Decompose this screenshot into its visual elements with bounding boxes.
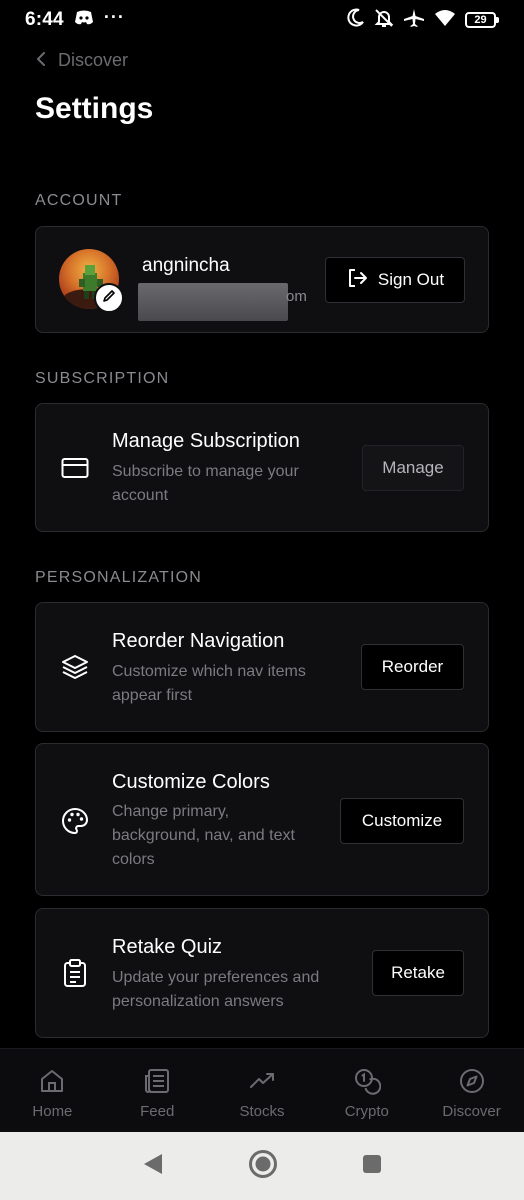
retake-quiz-card: Retake Quiz Update your preferences and … bbox=[35, 908, 489, 1038]
wifi-icon bbox=[434, 9, 456, 32]
nav-label-crypto: Crypto bbox=[344, 1103, 389, 1120]
section-label-subscription: SUBSCRIPTION bbox=[35, 370, 170, 387]
status-bar: 6:44 ··· 29 bbox=[0, 0, 524, 40]
do-not-disturb-moon-icon bbox=[345, 8, 365, 33]
sign-out-button[interactable]: Sign Out bbox=[325, 257, 465, 303]
airplane-mode-icon bbox=[403, 8, 425, 33]
nav-item-home[interactable]: Home bbox=[0, 1049, 105, 1132]
battery-level: 29 bbox=[465, 12, 496, 28]
reorder-navigation-card: Reorder Navigation Customize which nav i… bbox=[35, 602, 489, 732]
pencil-icon bbox=[102, 289, 116, 308]
reorder-button[interactable]: Reorder bbox=[361, 644, 464, 690]
trending-up-icon bbox=[248, 1067, 276, 1099]
palette-icon bbox=[59, 805, 91, 837]
system-navigation-bar bbox=[0, 1132, 524, 1200]
email-redacted bbox=[138, 283, 288, 321]
page-title: Settings bbox=[35, 92, 154, 125]
nav-item-discover[interactable]: Discover bbox=[419, 1049, 524, 1132]
back-link[interactable]: Discover bbox=[36, 50, 128, 71]
battery-icon: 29 bbox=[465, 12, 499, 28]
nav-item-crypto[interactable]: Crypto bbox=[314, 1049, 419, 1132]
customize-button[interactable]: Customize bbox=[340, 798, 464, 844]
edit-avatar-button[interactable] bbox=[94, 283, 124, 313]
subscription-card: Manage Subscription Subscribe to manage … bbox=[35, 403, 489, 532]
retake-button[interactable]: Retake bbox=[372, 950, 464, 996]
status-time: 6:44 bbox=[25, 9, 64, 30]
customize-colors-card: Customize Colors Change primary, backgro… bbox=[35, 743, 489, 896]
back-label: Discover bbox=[58, 50, 129, 70]
layers-icon bbox=[59, 651, 91, 683]
recents-square-icon[interactable] bbox=[362, 1154, 382, 1179]
email-text: om bbox=[286, 288, 307, 305]
nav-label-discover: Discover bbox=[442, 1103, 501, 1120]
customize-colors-description: Change primary, background, nav, and tex… bbox=[112, 803, 295, 868]
more-notifications-icon: ··· bbox=[103, 6, 125, 27]
bottom-nav: Home Feed Stocks Crypto Discover bbox=[0, 1048, 524, 1132]
username: angnincha bbox=[142, 255, 230, 276]
nav-label-stocks: Stocks bbox=[239, 1103, 285, 1120]
nav-item-feed[interactable]: Feed bbox=[105, 1049, 210, 1132]
coins-icon bbox=[353, 1067, 382, 1099]
sign-out-icon bbox=[346, 267, 368, 294]
manage-button[interactable]: Manage bbox=[362, 445, 464, 491]
nav-label-home: Home bbox=[32, 1103, 73, 1120]
chevron-left-icon bbox=[36, 50, 46, 71]
retake-quiz-description: Update your preferences and personalizat… bbox=[112, 969, 320, 1010]
home-icon bbox=[38, 1067, 66, 1099]
nav-item-stocks[interactable]: Stocks bbox=[210, 1049, 315, 1132]
manage-subscription-title: Manage Subscription bbox=[112, 430, 300, 452]
clipboard-icon bbox=[59, 957, 91, 989]
reorder-navigation-title: Reorder Navigation bbox=[112, 630, 285, 652]
credit-card-icon bbox=[59, 452, 91, 484]
account-card: angnincha om Sign Out bbox=[35, 226, 489, 333]
manage-subscription-description: Subscribe to manage your account bbox=[112, 463, 299, 504]
reorder-navigation-description: Customize which nav items appear first bbox=[112, 663, 306, 704]
home-circle-icon[interactable] bbox=[248, 1149, 278, 1184]
nav-label-feed: Feed bbox=[140, 1103, 175, 1120]
section-label-personalization: PERSONALIZATION bbox=[35, 569, 203, 586]
customize-colors-title: Customize Colors bbox=[112, 771, 270, 793]
newspaper-icon bbox=[143, 1067, 171, 1099]
compass-icon bbox=[458, 1067, 486, 1099]
notifications-off-icon bbox=[374, 8, 394, 33]
discord-icon bbox=[74, 10, 94, 31]
section-label-account: ACCOUNT bbox=[35, 192, 123, 209]
retake-quiz-title: Retake Quiz bbox=[112, 936, 223, 958]
sign-out-label: Sign Out bbox=[377, 270, 445, 289]
back-triangle-icon[interactable] bbox=[142, 1152, 164, 1181]
